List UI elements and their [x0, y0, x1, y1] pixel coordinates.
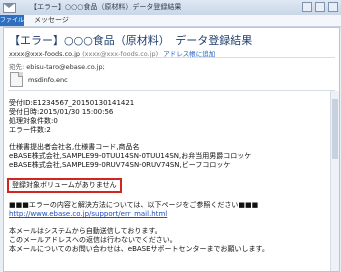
- processed-count: 処理対象件数:0: [9, 117, 58, 125]
- error-row: eBASE株式会社,SAMPLE99-0TUU14SN-0TUU14SN,お弁当…: [9, 152, 252, 160]
- attachment-file-icon[interactable]: [10, 72, 23, 87]
- maximize-button[interactable]: [315, 2, 325, 12]
- error-count: エラー件数:2: [9, 126, 51, 134]
- window-controls: [302, 2, 338, 12]
- message-body: 受付ID:E1234567_20150130141421 受付日時:2015/0…: [7, 99, 269, 254]
- ribbon: ファイル メッセージ: [0, 15, 341, 27]
- footer-line: 本メールについてのお問い合わせは、eBASEサポートセンターまでお願いします。: [9, 245, 269, 253]
- receipt-time: 受付日時:2015/01/30 15:00:56: [9, 108, 114, 116]
- header-divider: [8, 57, 335, 58]
- mail-icon: [3, 3, 16, 13]
- receipt-id: 受付ID:E1234567_20150130141421: [9, 99, 135, 107]
- footer-line: このメールアドレスへの返信は行わないでください。: [9, 236, 177, 244]
- minimize-button[interactable]: [302, 2, 312, 12]
- title-bar: 【エラー】○○○食品（原材料）データ登録結果: [0, 0, 341, 16]
- info-line: ■■■エラーの内容と解決方法については、以下ページをご参照ください■■■: [9, 201, 259, 209]
- error-row: eBASE株式会社,SAMPLE99-0RUV74SN-0RUV74SN,ビーフ…: [9, 161, 231, 169]
- file-tab[interactable]: ファイル: [0, 15, 24, 26]
- to-label: 宛先:: [9, 63, 25, 71]
- to-row: 宛先: ebisu-taro@ebase.co.jp;: [9, 61, 105, 71]
- attachment-name[interactable]: msdinfo.enc: [28, 76, 68, 84]
- reading-pane: 【エラー】○○○食品（原材料） データ登録結果 xxxx@xxx-foods.c…: [3, 27, 340, 272]
- scrollbar-thumb[interactable]: [332, 99, 338, 159]
- attachment-divider: [8, 90, 335, 91]
- error-alert-box: 登録対象ボリュームがありません: [7, 178, 122, 193]
- support-link[interactable]: http://www.ebase.co.jp/support/err_mail.…: [9, 210, 269, 219]
- to-value: ebisu-taro@ebase.co.jp;: [26, 63, 105, 71]
- window-title: 【エラー】○○○食品（原材料）データ登録結果: [30, 3, 182, 11]
- message-tab[interactable]: メッセージ: [34, 15, 69, 26]
- close-button[interactable]: [328, 2, 338, 12]
- message-subject: 【エラー】○○○食品（原材料） データ登録結果: [9, 34, 253, 47]
- table-header: 仕様書提出者会社名,仕様書コード,商品名: [9, 143, 140, 151]
- vertical-scrollbar[interactable]: [330, 91, 339, 271]
- footer-line: 本メールはシステムから自動送信しております。: [9, 227, 162, 235]
